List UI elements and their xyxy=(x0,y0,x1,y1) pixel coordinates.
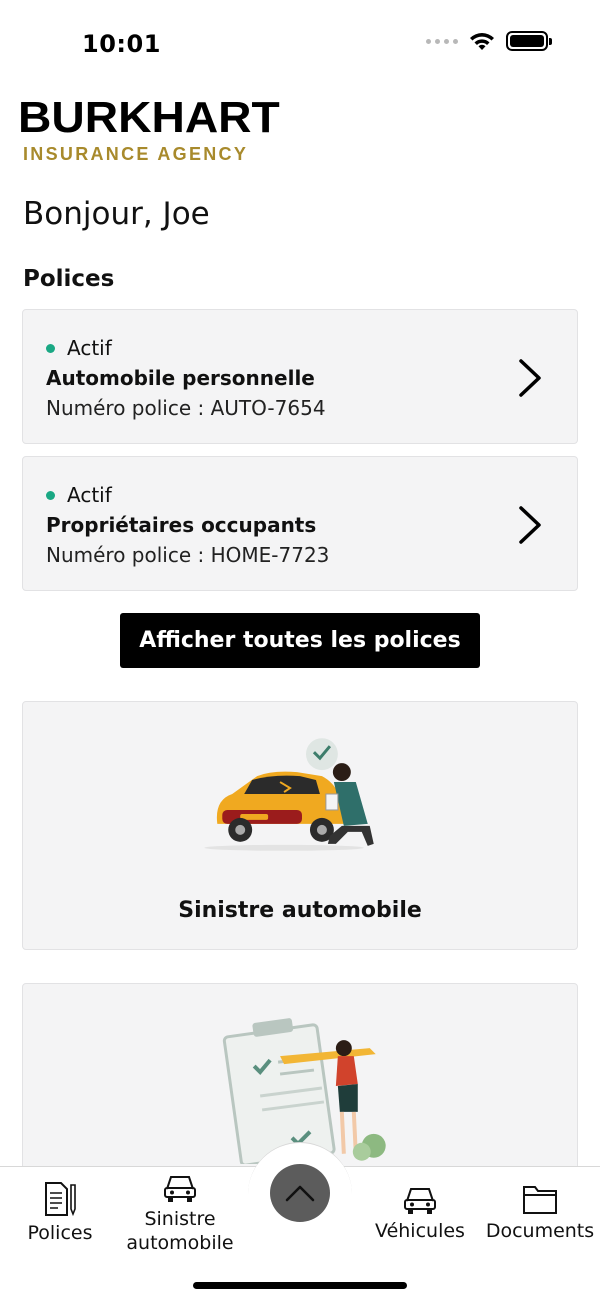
status-icons xyxy=(426,30,552,52)
logo-sub-text: INSURANCE AGENCY xyxy=(23,144,249,164)
policy-number: Numéro police : AUTO-7654 xyxy=(46,396,326,420)
greeting: Bonjour, Joe xyxy=(23,196,210,232)
chevron-up-icon xyxy=(285,1185,315,1202)
policy-name: Automobile personnelle xyxy=(46,366,315,390)
agency-logo: BURKHART INSURANCE AGENCY xyxy=(18,96,280,165)
folder-icon xyxy=(523,1186,557,1214)
battery-icon xyxy=(506,31,552,51)
feature-label-auto-claim: Sinistre automobile xyxy=(178,898,422,923)
tab-documents[interactable]: Documents xyxy=(480,1183,600,1243)
tab-auto-claim[interactable]: Sinistre automobile xyxy=(120,1173,240,1255)
home-indicator[interactable] xyxy=(193,1282,407,1289)
tab-label: Sinistre automobile xyxy=(126,1208,234,1254)
tab-label: Polices xyxy=(27,1222,93,1244)
chevron-right-icon xyxy=(519,359,541,397)
feature-card-auto-claim[interactable]: Sinistre automobile xyxy=(22,701,578,950)
car-icon xyxy=(404,1188,436,1214)
scroll-up-button[interactable] xyxy=(270,1164,330,1222)
tab-label: Documents xyxy=(485,1220,595,1242)
policies-section-title: Polices xyxy=(23,266,115,292)
status-bar: 10:01 xyxy=(0,0,600,90)
policy-card-home[interactable]: Actif Propriétaires occupants Numéro pol… xyxy=(22,456,578,591)
chevron-right-icon xyxy=(519,506,541,544)
status-dot-icon xyxy=(46,490,55,500)
policy-status: Actif xyxy=(46,336,112,360)
signal-icon xyxy=(426,38,458,44)
policy-name: Propriétaires occupants xyxy=(46,513,317,537)
policy-status-text: Actif xyxy=(67,483,112,507)
tab-policies[interactable]: Polices xyxy=(0,1181,120,1245)
car-claim-illustration xyxy=(204,738,374,851)
policy-status: Actif xyxy=(46,483,112,507)
wifi-icon xyxy=(470,33,494,50)
policy-card-auto[interactable]: Actif Automobile personnelle Numéro poli… xyxy=(22,309,578,444)
show-all-policies-button[interactable]: Afficher toutes les polices xyxy=(120,613,480,668)
policy-number: Numéro police : HOME-7723 xyxy=(46,543,330,567)
tab-vehicles[interactable]: Véhicules xyxy=(360,1185,480,1243)
tab-label: Véhicules xyxy=(375,1220,465,1242)
status-dot-icon xyxy=(46,343,55,353)
status-time: 10:01 xyxy=(82,30,161,58)
car-icon xyxy=(164,1176,196,1202)
policy-status-text: Actif xyxy=(67,336,112,360)
logo-main-text: BURKHART xyxy=(18,93,280,142)
policy-document-icon xyxy=(45,1182,76,1217)
